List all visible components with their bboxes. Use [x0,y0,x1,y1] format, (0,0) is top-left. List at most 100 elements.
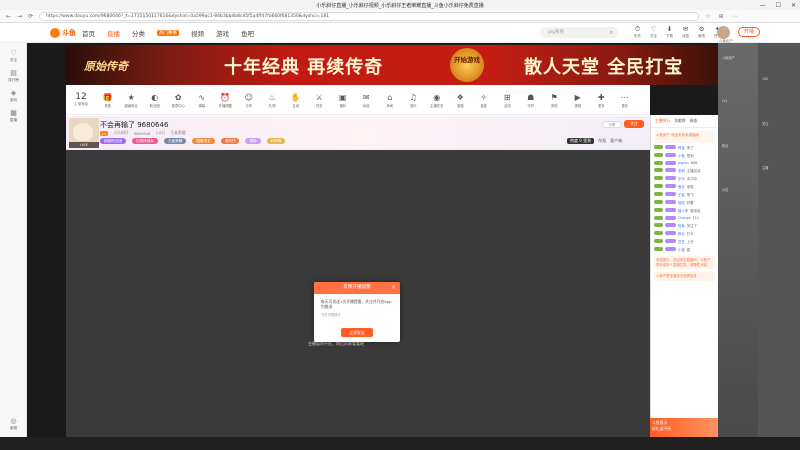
modal-checkbox[interactable]: 今日不再提示 [314,309,400,317]
minimize-icon[interactable]: — [760,2,766,9]
anchor-tag[interactable]: 王者荣耀 [163,138,187,144]
extensions-icon[interactable]: ⊕ [718,13,723,20]
tab-anchor-rank[interactable]: 主播排行 [655,118,670,124]
menu-icon[interactable]: ⋯ [732,13,738,20]
rail-follow[interactable]: ♡ 关注 [0,49,27,63]
toolbar-item[interactable]: ✚ 更多 [590,92,614,108]
anchor-tag[interactable]: 超级粉丝团 [100,138,126,144]
chat-nick[interactable]: 粉丝 [678,231,685,236]
close-icon[interactable]: × [391,282,396,294]
toolbar-item[interactable]: ★ 超级粉丝 [120,92,144,108]
toolbar-item[interactable]: ✋ 互动 [284,92,308,108]
chat-nick[interactable]: 乐乐 [678,176,685,181]
chat-promo[interactable]: 斗鱼提示 好礼送不停 [650,418,718,437]
rail-service[interactable]: ◎ 客服 [0,417,27,431]
client-link[interactable]: 客户端 [610,138,622,144]
toolbar-item[interactable]: ⚔ 任务 [308,92,332,108]
anchor-name[interactable]: 小乐斜仔 [113,130,128,136]
nav-category[interactable]: 分类 [132,28,145,38]
toolbar-item[interactable]: ⊞ 活动 [496,92,520,108]
tab-contribution[interactable]: 贡献榜 [674,118,685,124]
toolbar-item[interactable]: ▣ 福利 [331,92,355,108]
toolbar-item-icon: ⊞ [503,92,511,102]
message-button[interactable]: ✉ 消息 [680,25,691,39]
follow-button[interactable]: 关注 [624,120,644,128]
chat-nick[interactable]: 阿金 [678,145,685,150]
site-logo[interactable]: 斗鱼 [50,27,76,39]
send-reminder-button[interactable]: 立即发送 [341,328,373,337]
back-icon[interactable]: ← [6,13,11,20]
history-button[interactable]: ⏱ 历史 [632,25,643,39]
nav-home[interactable]: 首页 [82,28,95,38]
chat-nick[interactable]: 老斜 [678,168,685,173]
chat-text: 签到 [686,153,694,158]
nav-fishbar[interactable]: 鱼吧 [241,28,254,38]
search-icon[interactable]: ⌕ [610,27,613,38]
report-link[interactable]: 举报 [598,138,606,144]
toolbar-item[interactable]: ◉ 主播任务 [425,92,449,108]
chat-nick[interactable]: 阿鱼 [678,223,685,228]
nav-hot-events[interactable]: 热门赛事 [157,29,179,36]
toolbar-item[interactable]: ◐ 粉丝团 [143,92,167,108]
nav-video[interactable]: 视频 [191,28,204,38]
toolbar-item[interactable]: ∿ 弹幕 [190,92,214,108]
share-button[interactable]: 分享 [602,121,622,128]
toolbar-item[interactable]: ⏰ 开播提醒 [214,92,238,108]
rail-games[interactable]: ◈ 游戏 [0,89,27,103]
chat-nick[interactable]: 小宝 [678,247,685,252]
url-field[interactable]: https://www.douyu.com/9680646?_t=1735150… [39,11,700,21]
toolbar-item[interactable]: 🎁 贵族 [96,92,120,108]
follow-button[interactable]: ♡ 关注 [648,25,659,39]
close-icon[interactable]: ✕ [791,2,796,9]
chat-nick[interactable]: 豆豆 [678,239,685,244]
banner-start-seal[interactable]: 开始游戏 [450,48,484,82]
toolbar-item[interactable]: ❖ 宝箱 [449,92,473,108]
chat-message: 豆豆 上分 [651,237,718,245]
user-level-badge [654,184,663,188]
toolbar-item[interactable]: ⌂ 房间 [378,92,402,108]
maximize-icon[interactable]: ☐ [776,2,781,9]
anchor-tag[interactable]: 铁粉 [245,138,261,144]
toolbar-item[interactable]: ☗ 守护 [519,92,543,108]
chat-nick[interactable]: 哈哈 [678,200,685,205]
anchor-tag[interactable]: 老斜仔 [220,138,240,144]
anchor-tag[interactable]: 国服选手 [192,138,215,144]
fishbar-button[interactable]: ⚙ 鱼吧 [696,25,707,39]
bookmark-icon[interactable]: ☆ [705,13,710,20]
toolbar-item[interactable]: ▶ 视频 [566,92,590,108]
nav-live[interactable]: 直播 [107,28,120,38]
anchor-avatar[interactable]: LIVE [69,118,99,148]
toolbar-item[interactable]: ✉ 私信 [355,92,379,108]
chat-nick[interactable]: 王者 [678,192,685,197]
game-banner-ad[interactable]: 原始传奇 十年经典 再续传奇 开始游戏 散人天堂 全民打宝 [66,45,718,85]
room-category[interactable]: 王者荣耀 [170,130,185,136]
toolbar-item[interactable]: ♨ 礼物 [261,92,285,108]
toolbar-item[interactable]: ♫ 音乐 [402,92,426,108]
search-input[interactable]: pig系英 ⌕ [540,27,618,38]
tab-nobles[interactable]: 贵族 [690,118,698,124]
anchor-tag[interactable]: 礼物榜冠军 [131,138,158,144]
left-rail: ♡ 关注 ▤ 排行榜 ◈ 游戏 ▦ 直播 ◎ 客服 [0,43,27,437]
rail-live[interactable]: ▦ 直播 [0,109,27,123]
toolbar-item[interactable]: ✿ 勋章中心 [167,92,191,108]
toolbar-item[interactable]: ⋯ 更多 [613,92,637,108]
user-avatar[interactable] [717,26,730,39]
forward-icon[interactable]: → [17,13,22,20]
nav-games[interactable]: 游戏 [216,28,229,38]
chat-nick[interactable]: 路人甲 [678,208,688,213]
gear-icon: ⚙ [698,25,705,33]
anchor-tag[interactable]: 好声音 [266,138,286,144]
rail-rank[interactable]: ▤ 排行榜 [0,69,27,83]
chat-nick[interactable]: 鱼友 [678,184,685,189]
chat-nick[interactable]: Orange [678,216,691,220]
toolbar-item[interactable]: ⚑ 竞猜 [543,92,567,108]
chat-nick[interactable]: 小鱼 [678,153,685,158]
chat-nick[interactable]: pigfan [678,161,689,165]
go-live-button[interactable]: 开播 [738,27,760,37]
reload-icon[interactable]: ⟳ [28,13,33,20]
download-button[interactable]: ⬇ 下载 [664,25,675,39]
toolbar-item-label: 分享 [245,103,253,108]
avatar-image [73,123,93,141]
toolbar-item[interactable]: ☺ 分享 [237,92,261,108]
toolbar-item[interactable]: ✧ 抽奖 [472,92,496,108]
